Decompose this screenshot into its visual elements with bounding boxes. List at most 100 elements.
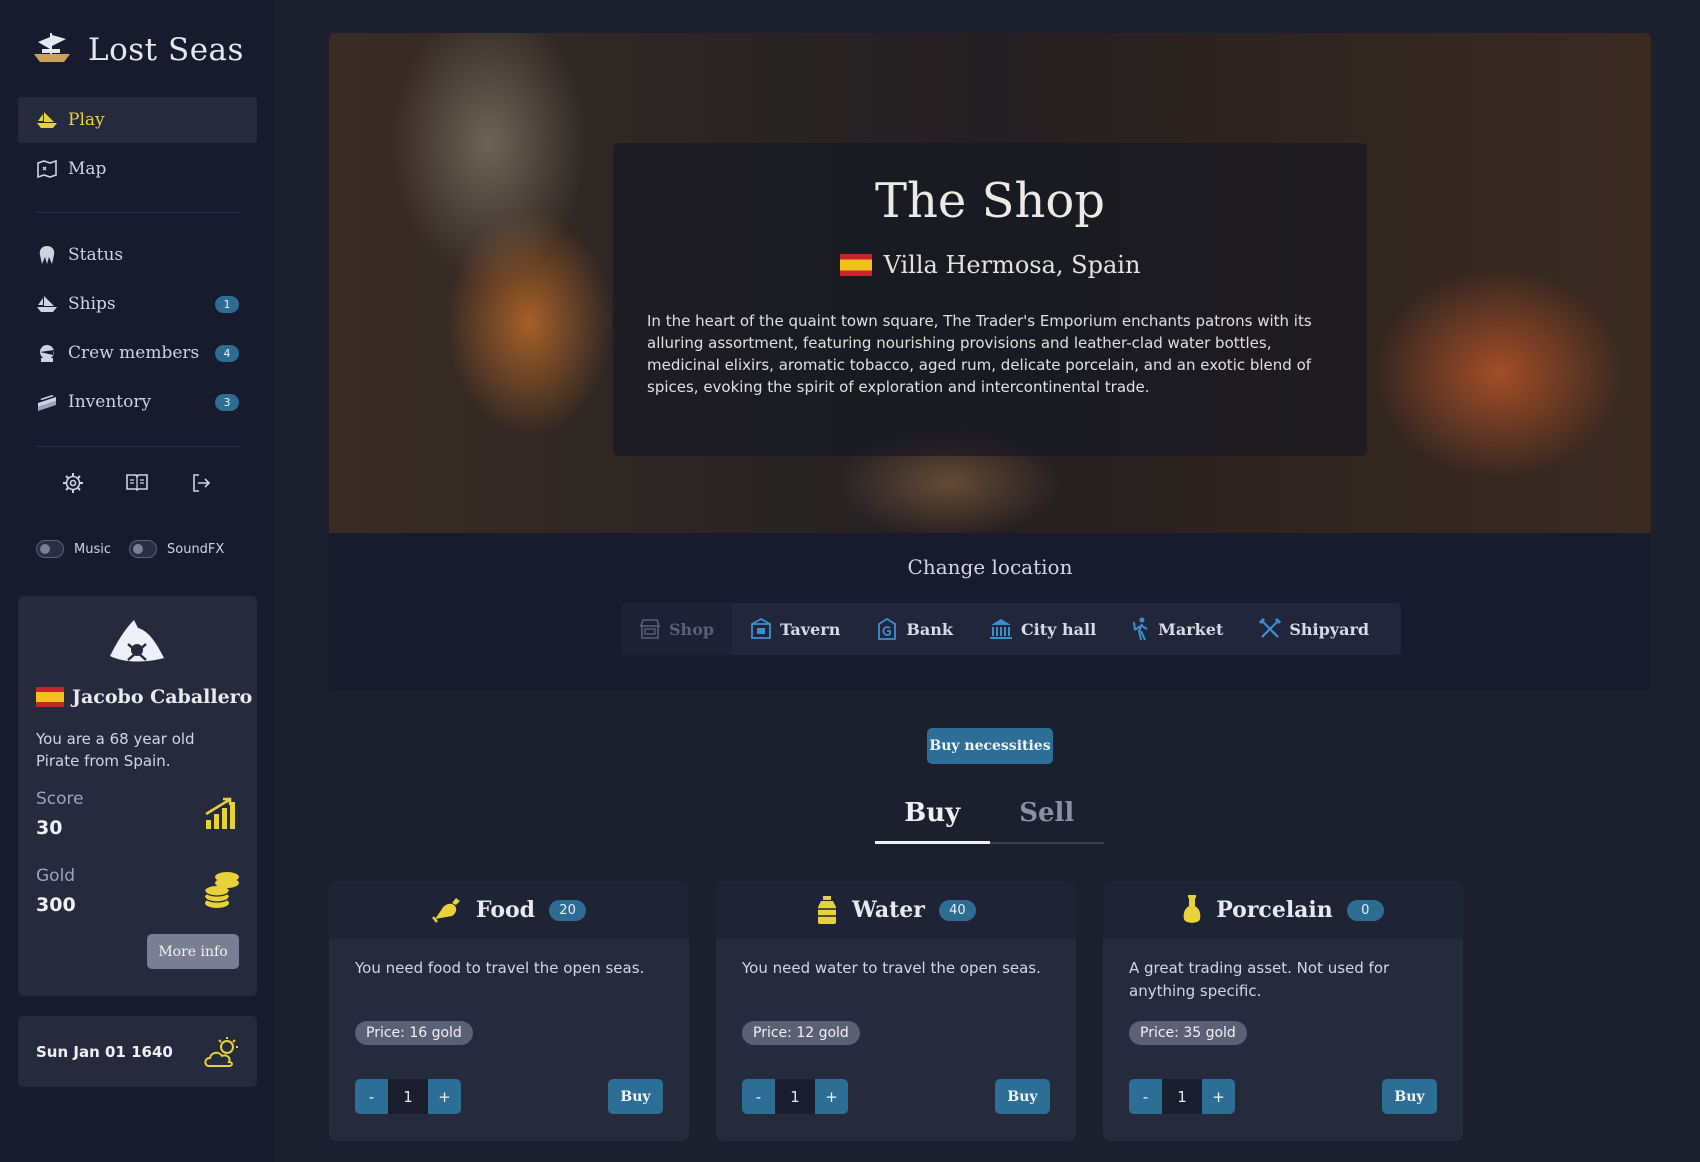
inventory-count-badge: 3: [215, 393, 239, 411]
quantity-input[interactable]: 1: [775, 1079, 815, 1114]
guide-book-icon[interactable]: [125, 472, 149, 498]
location-name: Villa Hermosa, Spain: [883, 251, 1141, 279]
nav-status-label: Status: [68, 245, 124, 265]
sidebar-divider: [36, 446, 239, 447]
buy-button[interactable]: Buy: [1382, 1079, 1437, 1114]
item-count-badge: 0: [1346, 899, 1384, 921]
spain-flag-icon: [36, 687, 64, 707]
sidebar-divider: [36, 212, 239, 213]
score-chart-icon: [205, 796, 239, 834]
tab-buy[interactable]: Buy: [875, 792, 990, 844]
quantity-input[interactable]: 1: [388, 1079, 428, 1114]
bank-icon: [876, 618, 898, 640]
item-price: Price: 35 gold: [1129, 1021, 1247, 1045]
decrease-quantity-button[interactable]: -: [355, 1079, 388, 1114]
nav-crew-members[interactable]: Crew members 4: [18, 330, 257, 376]
quantity-stepper: - 1 +: [355, 1079, 461, 1114]
music-toggle-label: Music: [74, 541, 111, 557]
ship-logo-icon: [30, 30, 74, 70]
location-panel: Change location Shop Tavern Bank City ha…: [329, 533, 1651, 691]
location-tab-city-hall[interactable]: City hall: [971, 603, 1114, 655]
item-count-badge: 20: [549, 899, 587, 921]
food-icon: [431, 897, 462, 923]
status-icon: [36, 244, 58, 266]
market-icon: [1132, 617, 1150, 641]
buy-button[interactable]: Buy: [995, 1079, 1050, 1114]
location-tab-bank[interactable]: Bank: [858, 603, 971, 655]
increase-quantity-button[interactable]: +: [428, 1079, 461, 1114]
page-title: The Shop: [874, 173, 1105, 229]
increase-quantity-button[interactable]: +: [815, 1079, 848, 1114]
buy-necessities-button[interactable]: Buy necessities: [927, 728, 1053, 764]
location-tab-shipyard[interactable]: Shipyard: [1241, 603, 1387, 655]
item-price: Price: 16 gold: [355, 1021, 473, 1045]
item-card-header: Water 40: [716, 881, 1076, 939]
item-card-porcelain: Porcelain 0 A great trading asset. Not u…: [1103, 881, 1463, 1141]
nav-ships-label: Ships: [68, 294, 116, 314]
nav-play[interactable]: Play: [18, 97, 257, 143]
nav-inventory[interactable]: Inventory 3: [18, 379, 257, 425]
decrease-quantity-button[interactable]: -: [742, 1079, 775, 1114]
item-price: Price: 12 gold: [742, 1021, 860, 1045]
map-icon: [36, 158, 58, 180]
nav-map-label: Map: [68, 159, 107, 179]
nav-map[interactable]: Map: [18, 146, 257, 192]
music-toggle[interactable]: [36, 540, 64, 558]
player-description: You are a 68 year old Pirate from Spain.: [36, 730, 195, 770]
location-tab-label: Market: [1158, 619, 1224, 639]
shop-description: In the heart of the quaint town square, …: [647, 312, 1312, 396]
settings-gear-icon[interactable]: [62, 472, 84, 498]
item-card-water: Water 40 You need water to travel the op…: [716, 881, 1076, 1141]
item-name: Food: [475, 897, 536, 923]
nav-inventory-label: Inventory: [68, 392, 152, 412]
tab-sell[interactable]: Sell: [990, 792, 1105, 842]
item-count-badge: 40: [938, 899, 976, 921]
nav-play-label: Play: [68, 110, 105, 130]
buy-button[interactable]: Buy: [608, 1079, 663, 1114]
app-title: Lost Seas: [88, 32, 244, 68]
shop-hero-banner: The Shop Villa Hermosa, Spain In the hea…: [329, 33, 1651, 533]
quantity-stepper: - 1 +: [742, 1079, 848, 1114]
location-tab-label: City hall: [1020, 619, 1097, 639]
location-subtitle: Villa Hermosa, Spain: [329, 251, 1651, 279]
gold-label: Gold: [36, 866, 76, 886]
location-tab-tavern[interactable]: Tavern: [732, 603, 858, 655]
item-card-header: Food 20: [329, 881, 689, 939]
pirate-emblem-icon: [106, 618, 168, 672]
tavern-icon: [750, 618, 772, 640]
sidebar: Lost Seas Play Map Status Ships 1 Crew m…: [0, 0, 275, 1162]
location-tab-label: Shop: [669, 619, 715, 639]
location-tab-label: Bank: [906, 619, 953, 639]
audio-toggles: Music SoundFX: [36, 540, 224, 558]
quantity-input[interactable]: 1: [1162, 1079, 1202, 1114]
trade-tabs: Buy Sell: [875, 792, 1104, 844]
shipyard-icon: [1259, 618, 1282, 640]
spain-flag-icon: [839, 254, 872, 276]
location-tab-label: Tavern: [780, 619, 841, 639]
item-description: A great trading asset. Not used for anyt…: [1129, 959, 1390, 1000]
increase-quantity-button[interactable]: +: [1202, 1079, 1235, 1114]
soundfx-toggle-label: SoundFX: [167, 541, 225, 557]
weather-cloud-sun-icon: [203, 1036, 241, 1072]
decrease-quantity-button[interactable]: -: [1129, 1079, 1162, 1114]
soundfx-toggle[interactable]: [129, 540, 157, 558]
crew-count-badge: 4: [215, 344, 239, 362]
gold-value: 300: [36, 894, 76, 916]
city-hall-icon: [989, 618, 1013, 640]
nav-status[interactable]: Status: [18, 232, 257, 278]
change-location-heading: Change location: [907, 555, 1073, 579]
player-name-text: Jacobo Caballero: [72, 686, 253, 708]
gold-coins-icon: [203, 869, 241, 913]
brand[interactable]: Lost Seas: [30, 30, 244, 70]
nav-ships[interactable]: Ships 1: [18, 281, 257, 327]
more-info-button[interactable]: More info: [147, 934, 239, 969]
water-icon: [816, 895, 838, 925]
score-value: 30: [36, 817, 63, 839]
item-description: You need food to travel the open seas.: [355, 959, 645, 977]
logout-icon[interactable]: [190, 472, 212, 498]
ships-count-badge: 1: [215, 295, 239, 313]
player-card: Jacobo Caballero You are a 68 year old P…: [18, 596, 257, 996]
player-name: Jacobo Caballero: [36, 686, 252, 708]
play-ship-icon: [36, 109, 58, 131]
location-tab-market[interactable]: Market: [1114, 603, 1241, 655]
